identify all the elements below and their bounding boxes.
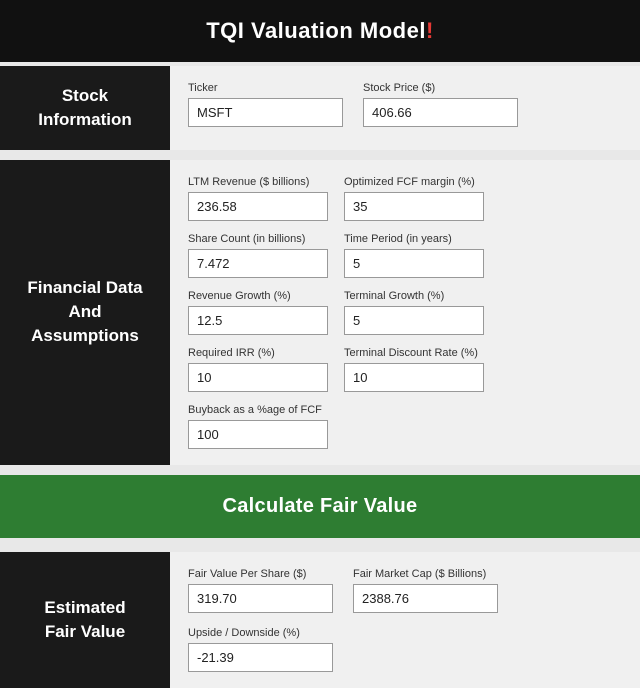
stock-price-input[interactable]	[363, 98, 518, 127]
time-period-label: Time Period (in years)	[344, 233, 484, 245]
terminal-discount-label: Terminal Discount Rate (%)	[344, 347, 484, 359]
revenue-growth-input[interactable]	[188, 306, 328, 335]
header-title: TQI Valuation Model!	[206, 18, 434, 43]
header-red-char: !	[426, 18, 434, 43]
terminal-growth-label: Terminal Growth (%)	[344, 290, 484, 302]
fair-market-cap-group: Fair Market Cap ($ Billions)	[353, 568, 498, 613]
upside-downside-input[interactable]	[188, 643, 333, 672]
required-irr-group: Required IRR (%)	[188, 347, 328, 392]
share-count-input[interactable]	[188, 249, 328, 278]
ltm-revenue-label: LTM Revenue ($ billions)	[188, 176, 328, 188]
upside-downside-group: Upside / Downside (%)	[188, 627, 333, 672]
ticker-input[interactable]	[188, 98, 343, 127]
required-irr-input[interactable]	[188, 363, 328, 392]
ltm-revenue-input[interactable]	[188, 192, 328, 221]
terminal-discount-input[interactable]	[344, 363, 484, 392]
fair-value-per-share-group: Fair Value Per Share ($)	[188, 568, 333, 613]
fcf-margin-input[interactable]	[344, 192, 484, 221]
stock-price-field-group: Stock Price ($)	[363, 82, 518, 127]
app-header: TQI Valuation Model!	[0, 0, 640, 62]
ticker-field-group: Ticker	[188, 82, 343, 127]
ticker-label: Ticker	[188, 82, 343, 94]
fair-market-cap-label: Fair Market Cap ($ Billions)	[353, 568, 498, 580]
fair-value-per-share-input[interactable]	[188, 584, 333, 613]
calculate-fair-value-button[interactable]: Calculate Fair Value	[0, 475, 640, 538]
revenue-growth-group: Revenue Growth (%)	[188, 290, 328, 335]
financial-data-section: Financial DataAndAssumptions LTM Revenue…	[0, 156, 640, 465]
stock-information-section: StockInformation Ticker Stock Price ($)	[0, 62, 640, 150]
financial-data-content: LTM Revenue ($ billions) Optimized FCF m…	[170, 160, 640, 465]
terminal-growth-group: Terminal Growth (%)	[344, 290, 484, 335]
stock-price-label: Stock Price ($)	[363, 82, 518, 94]
buyback-pct-label: Buyback as a %age of FCF	[188, 404, 328, 416]
upside-downside-label: Upside / Downside (%)	[188, 627, 333, 639]
terminal-discount-group: Terminal Discount Rate (%)	[344, 347, 484, 392]
fair-market-cap-input[interactable]	[353, 584, 498, 613]
stock-information-content: Ticker Stock Price ($)	[170, 66, 640, 150]
fair-value-section: EstimatedFair Value Fair Value Per Share…	[0, 548, 640, 688]
buyback-pct-input[interactable]	[188, 420, 328, 449]
divider-2	[0, 465, 640, 471]
required-irr-label: Required IRR (%)	[188, 347, 328, 359]
share-count-group: Share Count (in billions)	[188, 233, 328, 278]
fair-value-content: Fair Value Per Share ($) Fair Market Cap…	[170, 552, 640, 688]
share-count-label: Share Count (in billions)	[188, 233, 328, 245]
terminal-growth-input[interactable]	[344, 306, 484, 335]
fair-value-label: EstimatedFair Value	[0, 552, 170, 688]
fcf-margin-group: Optimized FCF margin (%)	[344, 176, 484, 221]
time-period-input[interactable]	[344, 249, 484, 278]
fcf-margin-label: Optimized FCF margin (%)	[344, 176, 484, 188]
fair-value-per-share-label: Fair Value Per Share ($)	[188, 568, 333, 580]
financial-data-label: Financial DataAndAssumptions	[0, 160, 170, 465]
buyback-pct-group: Buyback as a %age of FCF	[188, 404, 328, 449]
revenue-growth-label: Revenue Growth (%)	[188, 290, 328, 302]
time-period-group: Time Period (in years)	[344, 233, 484, 278]
stock-information-label: StockInformation	[0, 66, 170, 150]
ltm-revenue-group: LTM Revenue ($ billions)	[188, 176, 328, 221]
